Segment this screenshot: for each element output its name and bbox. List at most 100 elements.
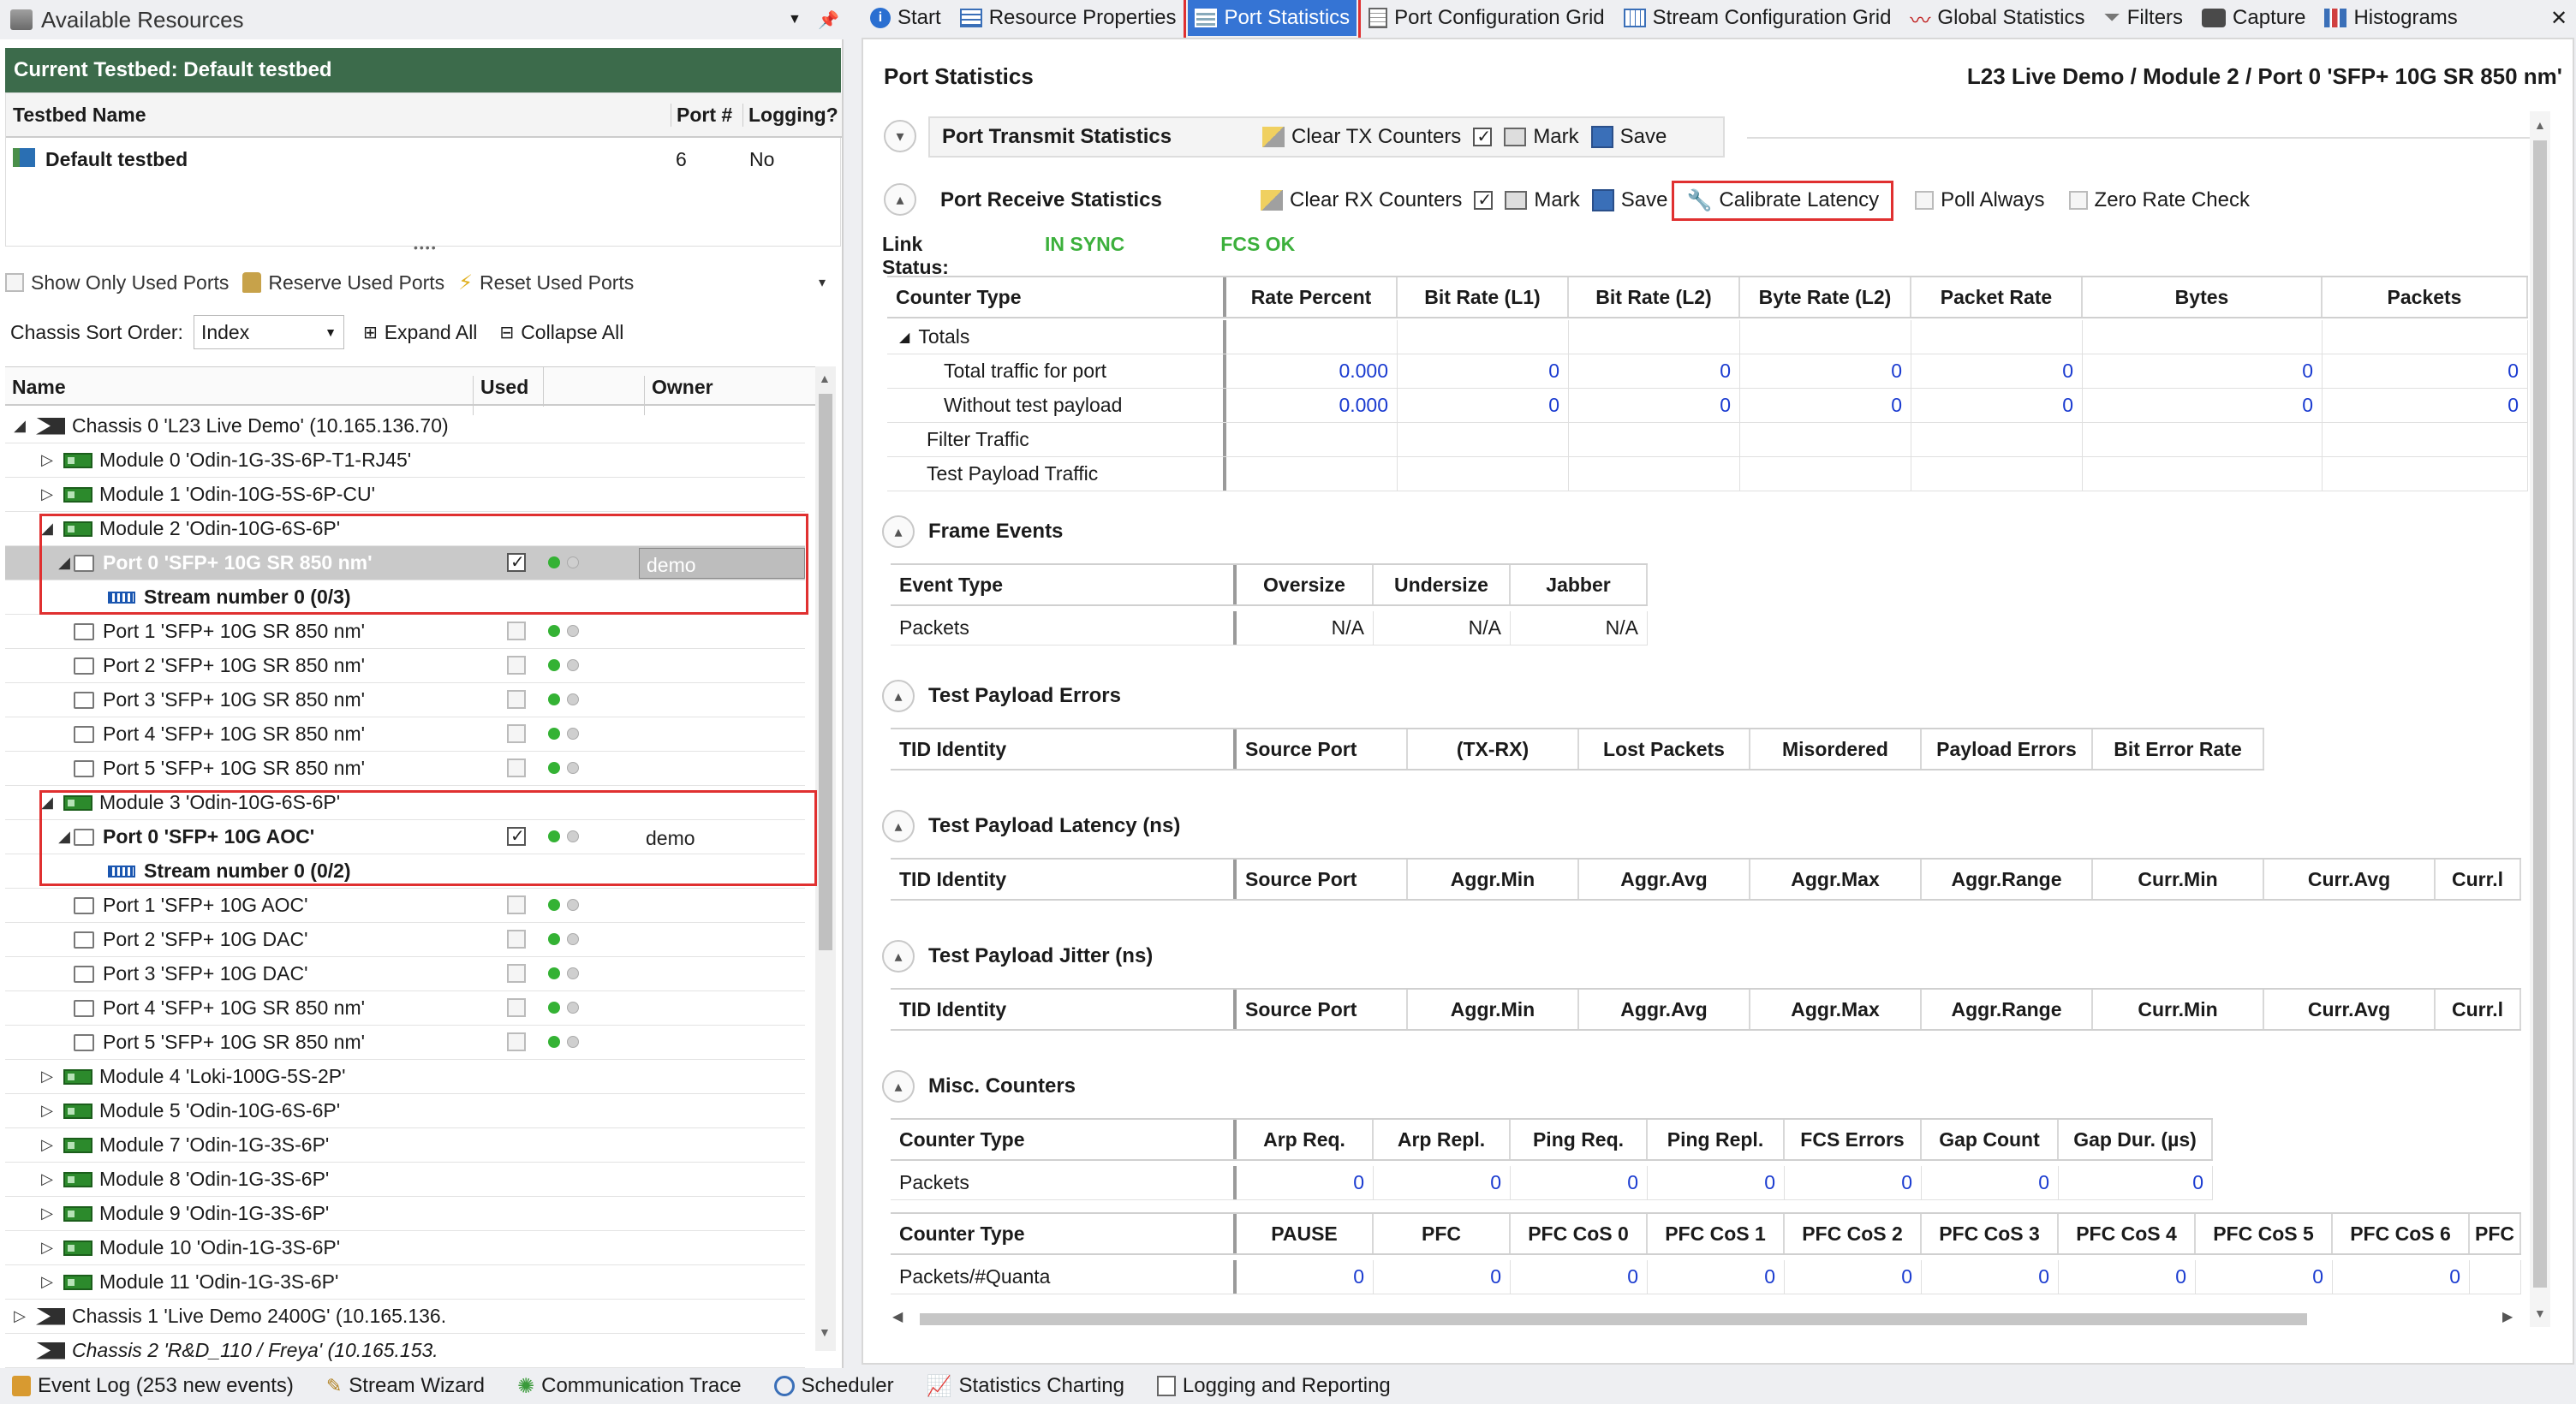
tab-statistics-charting[interactable]: 📈 Statistics Charting (920, 1368, 1131, 1404)
table-col-header[interactable]: (TX-RX) (1408, 729, 1579, 769)
counters-col-header[interactable]: Packet Rate (1911, 277, 2083, 317)
table-col-header[interactable]: Gap Dur. (µs) (2059, 1120, 2213, 1159)
tree-port-row[interactable]: Port 3 'SFP+ 10G SR 850 nm' (5, 683, 805, 717)
table-col-header[interactable]: PFC CoS 3 (1922, 1214, 2059, 1253)
used-checkbox[interactable] (507, 622, 526, 640)
table-col-header[interactable]: Curr.l (2436, 860, 2521, 899)
table-col-header[interactable]: Aggr.Range (1922, 860, 2093, 899)
used-checkbox[interactable] (507, 964, 526, 983)
used-checkbox[interactable] (507, 724, 526, 743)
tree-port-row[interactable]: Port 5 'SFP+ 10G SR 850 nm' (5, 752, 805, 786)
poll-always-checkbox[interactable] (1915, 191, 1935, 210)
panel-menu-icon[interactable]: ▼ (788, 12, 802, 27)
tree-module-row[interactable]: ▷ Module 5 'Odin-10G-6S-6P' (5, 1094, 805, 1128)
table-col-header[interactable]: Curr.l (2436, 990, 2521, 1029)
table-col-header[interactable]: Counter Type (891, 1120, 1237, 1159)
counters-col-header[interactable]: Packets (2323, 277, 2528, 317)
col-testbed-name[interactable]: Testbed Name (13, 104, 146, 127)
table-col-header[interactable]: Source Port (1237, 860, 1408, 899)
table-col-header[interactable]: PFC CoS 4 (2059, 1214, 2196, 1253)
misc-collapse-button[interactable]: ▴ (882, 1070, 915, 1103)
counters-col-header[interactable]: Byte Rate (L2) (1740, 277, 1911, 317)
table-col-header[interactable]: Gap Count (1922, 1120, 2059, 1159)
splitter-grip[interactable]: •••• (414, 241, 438, 254)
tab-resource-properties[interactable]: Resource Properties (953, 0, 1184, 36)
scroll-up-arrow[interactable]: ▲ (819, 372, 831, 385)
expand-arrow-icon[interactable]: ▷ (38, 451, 57, 469)
used-checkbox[interactable] (507, 759, 526, 777)
table-col-header[interactable]: Bit Error Rate (2093, 729, 2264, 769)
tree-module-row[interactable]: ▷ Module 11 'Odin-1G-3S-6P' (5, 1265, 805, 1300)
pin-icon[interactable]: 📌 (818, 9, 839, 31)
tab-port-statistics[interactable]: Port Statistics (1184, 0, 1362, 40)
expand-arrow-icon[interactable]: ▷ (38, 1136, 57, 1154)
table-col-header[interactable]: Aggr.Min (1408, 860, 1579, 899)
clear-rx-button[interactable]: Clear RX Counters (1261, 188, 1462, 212)
tx-mark-button[interactable]: Mark (1504, 125, 1579, 149)
close-icon[interactable]: ✕ (2550, 6, 2567, 31)
reserve-used-button[interactable]: Reserve Used Ports (242, 271, 444, 294)
tab-stream-configuration-grid[interactable]: Stream Configuration Grid (1617, 0, 1899, 36)
used-checkbox[interactable] (507, 1032, 526, 1051)
rx-save-button[interactable]: Save (1591, 188, 1667, 212)
tree-module-row[interactable]: ▷ Module 7 'Odin-1G-3S-6P' (5, 1128, 805, 1163)
tree-chassis-row[interactable]: ◢ Chassis 0 'L23 Live Demo' (10.165.136.7… (5, 409, 805, 443)
table-col-header[interactable]: Aggr.Avg (1579, 860, 1750, 899)
table-col-header[interactable]: Source Port (1237, 990, 1408, 1029)
collapse-all-button[interactable]: ⊟ Collapse All (499, 321, 623, 344)
expand-all-button[interactable]: ⊞ Expand All (363, 321, 477, 344)
sort-select[interactable]: Index ▼ (193, 315, 344, 349)
tab-logging-reporting[interactable]: Logging and Reporting (1150, 1368, 1398, 1404)
clear-tx-button[interactable]: Clear TX Counters (1262, 125, 1461, 149)
table-col-header[interactable]: Source Port (1237, 729, 1408, 769)
expand-arrow-icon[interactable]: ▷ (38, 1170, 57, 1188)
col-logging[interactable]: Logging? (742, 104, 838, 127)
table-col-header[interactable]: Curr.Min (2093, 990, 2264, 1029)
tab-event-log[interactable]: Event Log (253 new events) (5, 1368, 301, 1404)
zero-rate-toggle[interactable]: Zero Rate Check (2068, 188, 2250, 212)
toolbar-overflow-icon[interactable]: ▾ (819, 274, 826, 291)
table-col-header[interactable]: PFC (1374, 1214, 1511, 1253)
expand-arrow-icon[interactable]: ▷ (38, 485, 57, 503)
table-col-header[interactable]: PFC CoS 2 (1785, 1214, 1922, 1253)
scroll-thumb[interactable] (819, 394, 832, 950)
table-col-header[interactable]: Undersize (1374, 565, 1511, 604)
expand-arrow-icon[interactable]: ▷ (38, 1102, 57, 1120)
rx-mark-button[interactable]: Mark (1505, 188, 1580, 212)
scroll-down-arrow[interactable]: ▼ (819, 1325, 831, 1339)
tree-port-row[interactable]: Port 5 'SFP+ 10G SR 850 nm' (5, 1026, 805, 1060)
tree-port-row[interactable]: Port 2 'SFP+ 10G SR 850 nm' (5, 649, 805, 683)
table-col-header[interactable]: Payload Errors (1922, 729, 2093, 769)
tree-chassis-row[interactable]: Chassis 2 'R&D_110 / Freya' (10.165.153. (5, 1334, 805, 1368)
tree-module-row[interactable]: ▷ Module 4 'Loki-100G-5S-2P' (5, 1060, 805, 1094)
vscroll-up-arrow[interactable]: ▲ (2534, 118, 2546, 132)
used-checkbox[interactable] (507, 690, 526, 709)
table-col-header[interactable]: Curr.Avg (2264, 990, 2436, 1029)
table-col-header[interactable]: Jabber (1511, 565, 1648, 604)
tx-save-button[interactable]: Save (1590, 125, 1667, 149)
counters-col-header[interactable]: Rate Percent (1226, 277, 1398, 317)
jitter-collapse-button[interactable]: ▴ (882, 940, 915, 973)
table-col-header[interactable]: TID Identity (891, 860, 1237, 899)
counters-col-header[interactable]: Counter Type (887, 277, 1226, 317)
tab-filters[interactable]: ⏷ Filters (2097, 0, 2191, 36)
counters-col-header[interactable]: Bit Rate (L1) (1398, 277, 1569, 317)
reset-used-button[interactable]: ⚡ Reset Used Ports (458, 271, 634, 295)
col-port-count[interactable]: Port # (671, 104, 732, 127)
table-col-header[interactable]: PFC CoS 1 (1648, 1214, 1785, 1253)
hscroll-thumb[interactable] (920, 1313, 2307, 1325)
tab-scheduler[interactable]: Scheduler (767, 1368, 901, 1404)
table-col-header[interactable]: Aggr.Min (1408, 990, 1579, 1029)
table-col-header[interactable]: PFC CoS 5 (2196, 1214, 2333, 1253)
counters-col-header[interactable]: Bytes (2083, 277, 2323, 317)
tree-module-row[interactable]: ▷ Module 0 'Odin-1G-3S-6P-T1-RJ45' (5, 443, 805, 478)
table-col-header[interactable]: Counter Type (891, 1214, 1237, 1253)
expand-arrow-icon[interactable]: ▷ (38, 1205, 57, 1223)
latency-collapse-button[interactable]: ▴ (882, 810, 915, 842)
tx-mark-checkbox[interactable] (1473, 126, 1493, 147)
payload-errors-collapse-button[interactable]: ▴ (882, 680, 915, 712)
tab-stream-wizard[interactable]: ✎ Stream Wizard (319, 1368, 492, 1404)
table-col-header[interactable]: Arp Req. (1237, 1120, 1374, 1159)
table-col-header[interactable]: PFC CoS 0 (1511, 1214, 1648, 1253)
expand-arrow-icon[interactable]: ◢ (10, 417, 29, 435)
